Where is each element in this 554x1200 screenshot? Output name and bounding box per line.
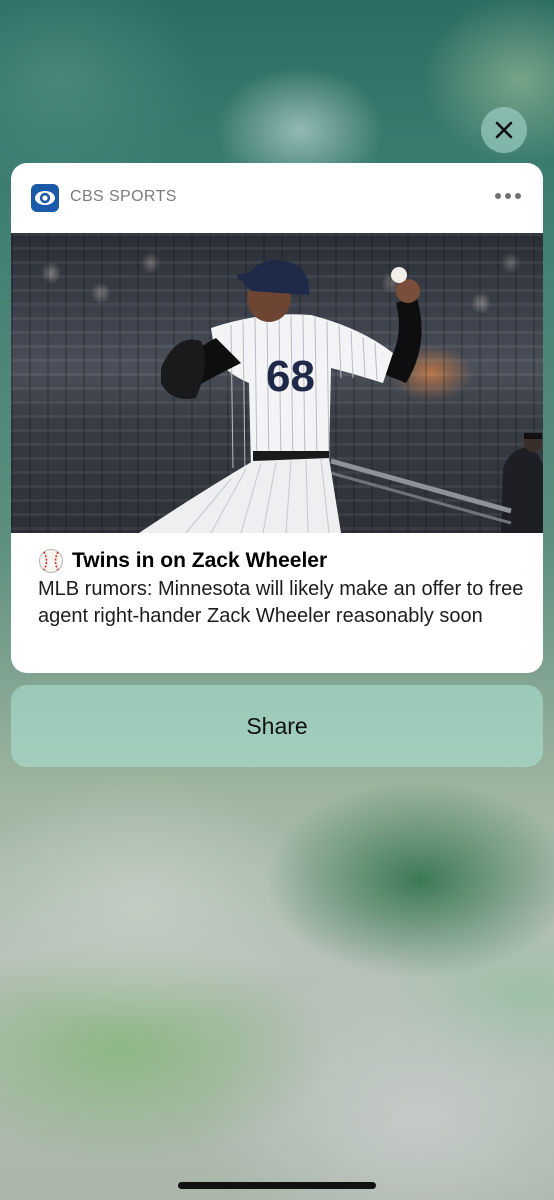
notification-content: Twins in on Zack Wheeler MLB rumors: Min… [11, 533, 543, 673]
notification-image: 68 [11, 233, 543, 533]
headline-text: Twins in on Zack Wheeler [72, 549, 328, 572]
notification-card[interactable]: CBS SPORTS 68 Twins in on Zack Wheeler M… [11, 163, 543, 673]
more-options-button[interactable] [495, 193, 521, 199]
baseball-icon [39, 549, 63, 573]
headline: Twins in on Zack Wheeler [38, 548, 327, 574]
close-icon [495, 121, 513, 139]
app-name: CBS SPORTS [70, 188, 177, 205]
share-button[interactable]: Share [11, 685, 543, 767]
notification-body: MLB rumors: Minnesota will likely make a… [38, 578, 524, 627]
notification-header: CBS SPORTS [11, 163, 543, 233]
cbs-eye-logo-icon [31, 184, 59, 212]
pitcher-figure: 68 [139, 259, 543, 533]
svg-text:68: 68 [266, 352, 315, 401]
dismiss-button[interactable] [481, 107, 527, 153]
home-indicator[interactable] [178, 1182, 376, 1189]
more-options-icon [495, 193, 501, 199]
